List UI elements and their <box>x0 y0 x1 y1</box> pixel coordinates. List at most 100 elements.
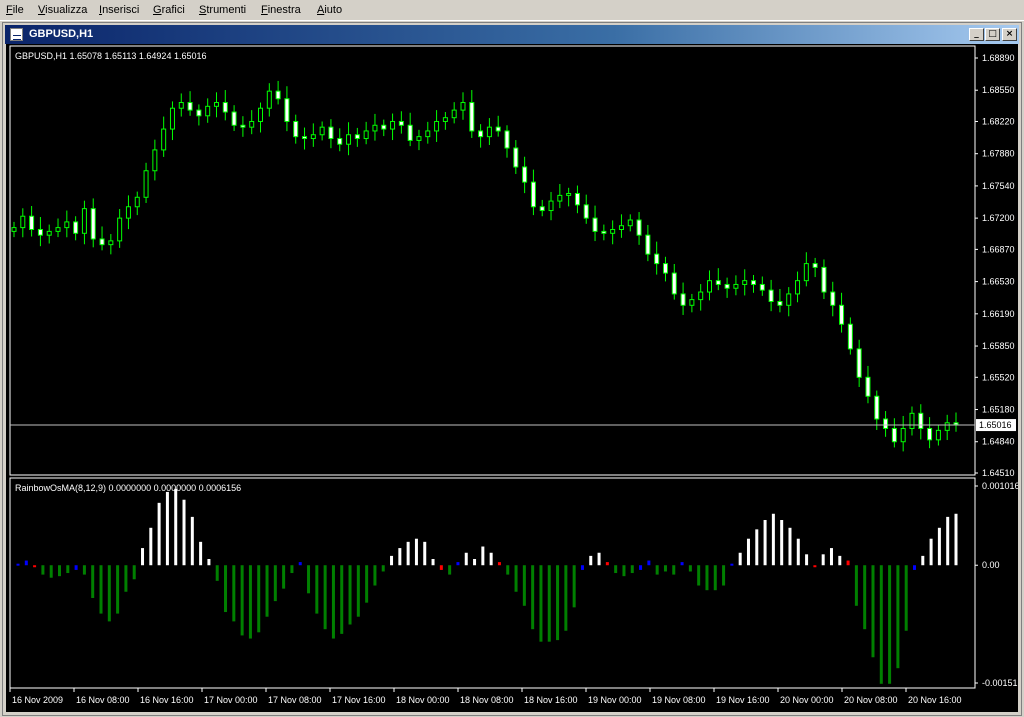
candle-body <box>354 134 360 140</box>
candle-body <box>733 283 739 289</box>
candle-body <box>539 206 545 212</box>
histogram-bar <box>912 565 916 570</box>
histogram-bar <box>107 565 111 622</box>
menu-bar: File Visualizza Inserisci Grafici Strumenti F… <box>0 0 1024 21</box>
candle-body <box>953 422 959 426</box>
menu-item-visualizza[interactable]: Visualizza <box>38 4 87 16</box>
window-titlebar[interactable]: GBPUSD,H1 _ □ × <box>5 25 1019 44</box>
price-axis-label: 1.68220 <box>982 116 1015 126</box>
candle-body <box>900 427 906 443</box>
candle-body <box>574 192 580 206</box>
candle-body <box>416 136 422 141</box>
price-axis-label: 1.67540 <box>982 181 1015 191</box>
histogram-bar <box>414 538 418 566</box>
histogram-bar <box>373 565 377 586</box>
candle-body <box>566 192 572 196</box>
histogram-bar <box>323 565 327 630</box>
histogram-bar <box>821 554 825 566</box>
time-axis-label: 17 Nov 16:00 <box>332 695 386 705</box>
candle-body <box>363 130 369 140</box>
time-axis-label: 16 Nov 2009 <box>12 695 63 705</box>
restore-button[interactable]: □ <box>985 28 1000 41</box>
candle-body <box>46 230 52 236</box>
candle-body <box>927 427 933 441</box>
histogram-bar <box>190 516 194 566</box>
histogram-bar <box>232 565 236 622</box>
histogram-bar <box>871 565 875 658</box>
candle-body <box>169 107 175 130</box>
chart-canvas[interactable]: 1.68890 1.68550 1.68220 1.67880 1.67540 1.672… <box>6 44 1018 712</box>
histogram-bar <box>257 565 261 633</box>
histogram-bar <box>904 565 908 631</box>
histogram-bar <box>506 565 510 575</box>
histogram-bar <box>746 538 750 566</box>
histogram-bar <box>738 552 742 566</box>
histogram-bar <box>66 565 70 574</box>
menu-item-strumenti[interactable]: Strumenti <box>199 4 246 16</box>
time-axis-label: 16 Nov 08:00 <box>76 695 130 705</box>
candle-body <box>856 348 862 378</box>
histogram-bar <box>680 562 684 566</box>
histogram-bar <box>290 565 294 574</box>
price-axis-label: 1.66870 <box>982 244 1015 254</box>
current-price-label: 1.65016 <box>979 420 1012 430</box>
histogram-bar <box>298 562 302 566</box>
candle-body <box>504 130 510 149</box>
time-axis-label: 20 Nov 16:00 <box>908 695 962 705</box>
time-axis-label: 20 Nov 00:00 <box>780 695 834 705</box>
indicator-axis-label: -0.00151 <box>982 678 1018 688</box>
time-axis-label: 18 Nov 08:00 <box>460 695 514 705</box>
histogram-bar <box>174 488 178 566</box>
time-axis-label: 19 Nov 00:00 <box>588 695 642 705</box>
candle-body <box>390 120 396 130</box>
candle-body <box>627 219 633 227</box>
histogram-bar <box>605 562 609 566</box>
histogram-bar <box>556 565 560 641</box>
histogram-bar <box>921 555 925 566</box>
menu-item-finestra[interactable]: Finestra <box>261 4 301 16</box>
histogram-bar <box>348 565 352 625</box>
histogram-bar <box>788 527 792 566</box>
candle-body <box>222 102 228 113</box>
candle-body <box>583 204 589 219</box>
price-axis-label: 1.67200 <box>982 213 1015 223</box>
menu-item-inserisci[interactable]: Inserisci <box>99 4 139 16</box>
candle-body <box>513 147 519 168</box>
histogram-bar <box>497 562 501 566</box>
histogram-bar <box>879 565 883 684</box>
candle-body <box>108 240 114 246</box>
histogram-bar <box>564 565 568 631</box>
price-axis-label: 1.68890 <box>982 53 1015 63</box>
time-axis-label: 17 Nov 00:00 <box>204 695 258 705</box>
candle-body <box>751 280 757 285</box>
candle-body <box>522 166 528 183</box>
time-axis-label: 18 Nov 00:00 <box>396 695 450 705</box>
candle-body <box>874 395 880 420</box>
minimize-button[interactable]: _ <box>969 28 984 41</box>
candle-body <box>715 280 721 285</box>
histogram-bar <box>16 563 20 566</box>
candle-body <box>178 102 184 109</box>
candle-body <box>654 253 660 265</box>
menu-item-file[interactable]: File <box>6 4 24 16</box>
histogram-bar <box>199 541 203 566</box>
candle-body <box>918 412 924 429</box>
histogram-bar <box>580 565 584 570</box>
time-axis-label: 17 Nov 08:00 <box>268 695 322 705</box>
candle-body <box>29 215 35 230</box>
candle-body <box>548 200 554 212</box>
candle-body <box>909 412 915 429</box>
indicator-panel-frame <box>9 477 976 689</box>
candle-body <box>486 126 492 138</box>
candle-body <box>759 283 765 291</box>
price-axis-label: 1.67880 <box>982 149 1015 159</box>
histogram-bar <box>630 565 634 574</box>
histogram-bar <box>165 491 169 566</box>
candle-body <box>205 105 211 117</box>
histogram-bar <box>547 565 551 642</box>
menu-item-grafici[interactable]: Grafici <box>153 4 185 16</box>
histogram-bar <box>888 565 892 684</box>
menu-item-aiuto[interactable]: Aiuto <box>317 4 342 16</box>
close-button[interactable]: × <box>1002 28 1017 41</box>
candle-body <box>196 109 202 117</box>
